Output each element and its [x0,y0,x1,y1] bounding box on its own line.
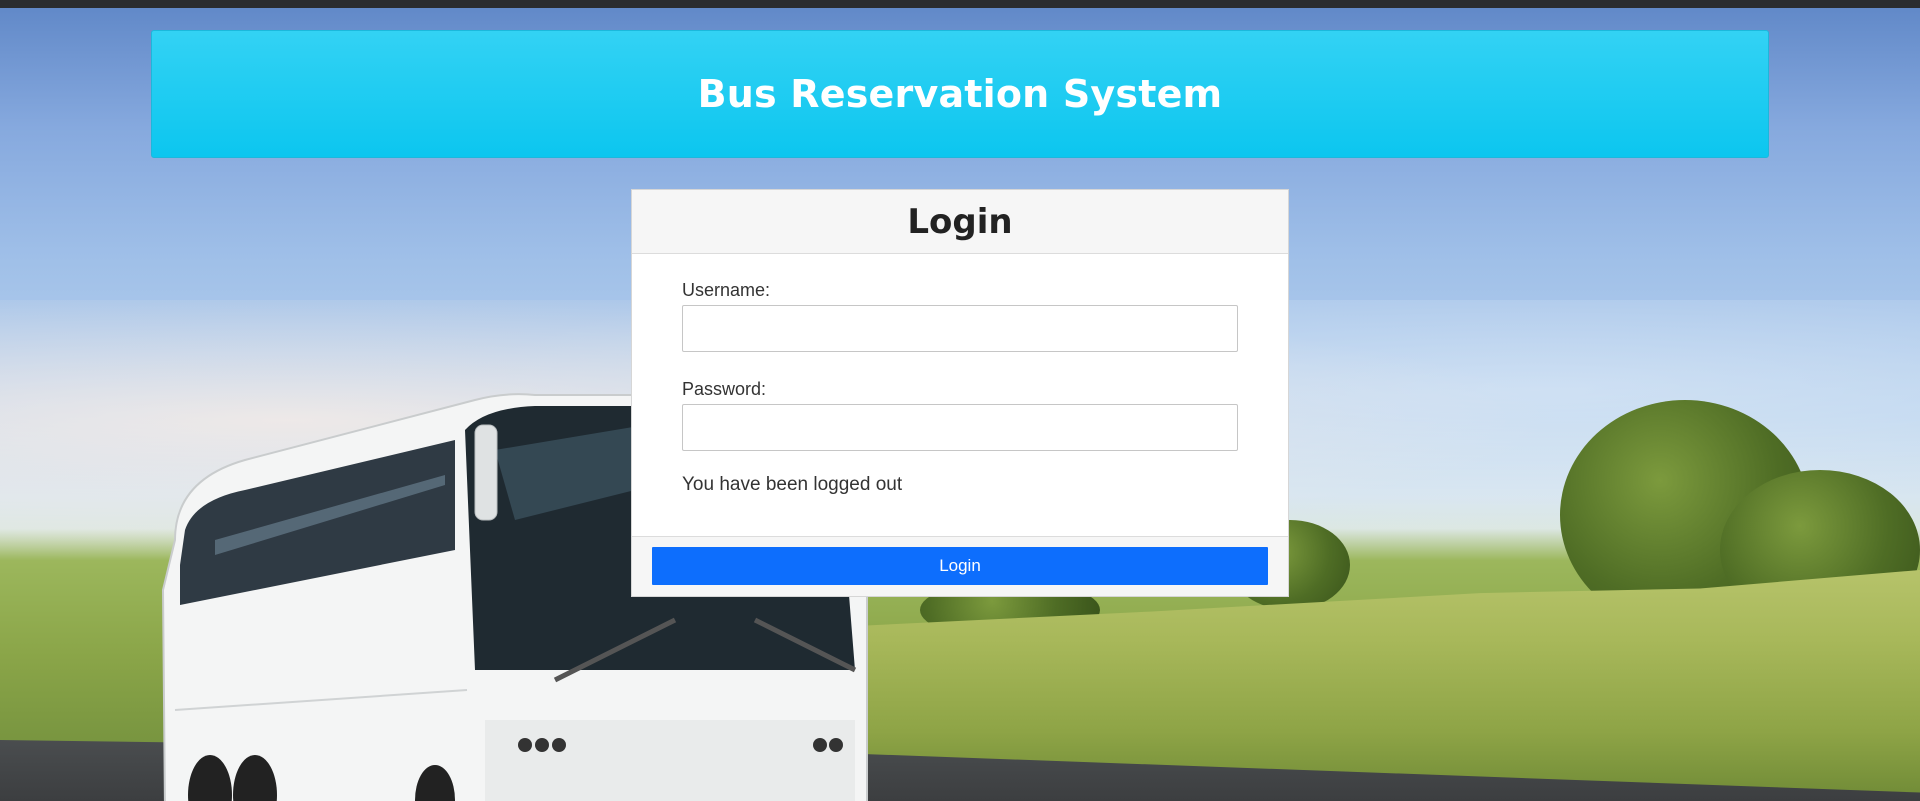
login-form: Username: Password: You have been logged… [632,254,1288,496]
page-title: Bus Reservation System [697,72,1223,116]
username-label: Username: [682,280,771,300]
password-input[interactable] [682,404,1238,451]
page: Bus Reservation System Login Username: P… [0,0,1920,801]
login-card-footer: Login [632,536,1288,596]
password-label: Password: [682,379,767,399]
logout-status-message: You have been logged out [682,474,903,495]
browser-top-bar [0,0,1920,8]
login-button[interactable]: Login [652,547,1268,585]
header-banner: Bus Reservation System [151,30,1769,158]
login-card-header: Login [632,190,1288,254]
login-card: Login Username: Password: You have been … [631,189,1289,597]
username-input[interactable] [682,305,1238,352]
login-title: Login [907,201,1013,242]
